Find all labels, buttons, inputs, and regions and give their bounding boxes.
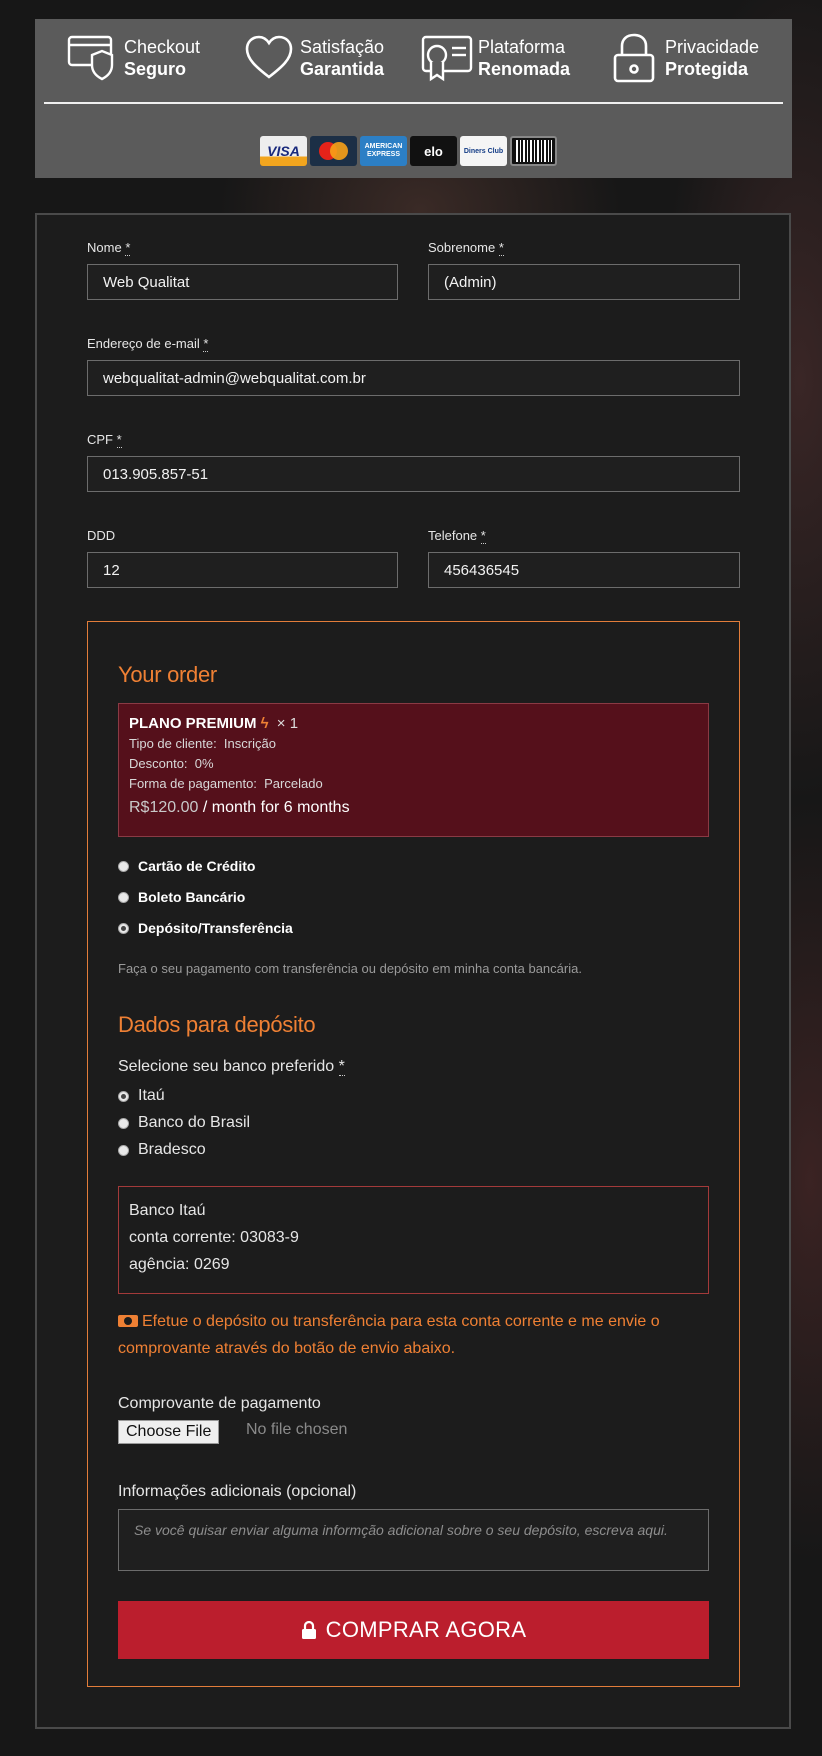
radio-button-selected[interactable] xyxy=(118,922,129,934)
badge-line1: Checkout xyxy=(124,37,201,57)
heart-icon xyxy=(245,35,293,79)
your-order-heading: Your order xyxy=(118,662,217,687)
certificate-icon xyxy=(421,35,473,82)
money-icon xyxy=(118,1315,138,1327)
order-review-box: Your order PLANO PREMIUM ϟ × 1 Tipo de c… xyxy=(87,621,740,1687)
bank-agency: agência: 0269 xyxy=(129,1256,230,1273)
receipt-label: Comprovante de pagamento xyxy=(118,1395,321,1412)
diners-logo: Diners Club xyxy=(460,136,507,166)
badge-privacy: Privacidade Protegida xyxy=(607,27,759,89)
lightning-icon: ϟ xyxy=(260,715,269,732)
padlock-icon xyxy=(613,33,655,83)
badge-line2: Garantida xyxy=(300,59,385,79)
bank-account: conta corrente: 03083-9 xyxy=(129,1229,299,1246)
order-item: PLANO PREMIUM ϟ × 1 Tipo de cliente: Ins… xyxy=(118,703,709,837)
badge-line1: Privacidade xyxy=(665,37,760,57)
credit-card-shield-icon xyxy=(67,35,114,81)
file-status: No file chosen xyxy=(246,1421,348,1438)
boleto-barcode-logo xyxy=(510,136,557,166)
radio-button[interactable] xyxy=(118,1144,129,1156)
badge-line2: Protegida xyxy=(665,59,749,79)
choose-file-button[interactable]: Choose File xyxy=(118,1420,220,1444)
badge-line1: Satisfação xyxy=(300,37,385,57)
phone-label: Telefone * xyxy=(428,528,486,544)
bank-option-banco-do-brasil[interactable]: Banco do Brasil xyxy=(118,1114,250,1132)
bank-option-bradesco[interactable]: Bradesco xyxy=(118,1141,206,1159)
buy-now-button[interactable]: COMPRAR AGORA xyxy=(118,1601,709,1659)
item-meta-client-type: Tipo de cliente: Inscrição xyxy=(129,736,276,751)
bank-option-itau[interactable]: Itaú xyxy=(118,1087,165,1105)
item-name: PLANO PREMIUM xyxy=(129,715,257,732)
email-field[interactable] xyxy=(87,360,740,396)
buy-now-label: COMPRAR AGORA xyxy=(325,1617,527,1642)
ddd-label: DDD xyxy=(87,528,116,543)
mastercard-logo xyxy=(310,136,357,166)
deposit-warning: Efetue o depósito ou transferência para … xyxy=(118,1313,660,1357)
radio-button[interactable] xyxy=(118,891,129,903)
item-quantity: × 1 xyxy=(276,715,299,732)
bank-name: Banco Itaú xyxy=(129,1202,206,1219)
cpf-label: CPF * xyxy=(87,432,122,448)
last-name-field[interactable] xyxy=(428,264,740,300)
first-name-field[interactable] xyxy=(87,264,398,300)
badge-satisfaction: Satisfação Garantida xyxy=(242,27,384,89)
amex-text-2: EXPRESS xyxy=(366,151,401,158)
badge-platform: Plataforma Renomada xyxy=(420,27,570,89)
amex-logo: AMERICAN EXPRESS xyxy=(360,136,407,166)
amex-text-1: AMERICAN xyxy=(364,143,403,150)
badge-line2: Seguro xyxy=(124,59,187,79)
bank-prompt: Selecione seu banco preferido * xyxy=(118,1058,345,1076)
radio-button[interactable] xyxy=(118,1117,129,1129)
radio-button-selected[interactable] xyxy=(118,1090,129,1102)
payment-method-credit-card[interactable]: Cartão de Crédito xyxy=(118,858,255,874)
trust-divider xyxy=(44,102,783,104)
email-label: Endereço de e-mail * xyxy=(87,336,209,352)
item-price: R$120.00 / month for 6 months xyxy=(129,799,350,816)
badge-secure-checkout: Checkout Seguro xyxy=(66,27,200,89)
cpf-field[interactable] xyxy=(87,456,740,492)
deposit-heading: Dados para depósito xyxy=(118,1012,316,1037)
badge-line2: Renomada xyxy=(478,59,571,79)
payment-card-logos: VISA AMERICAN EXPRESS elo Diners Club xyxy=(260,136,557,166)
item-meta-payment-form: Forma de pagamento: Parcelado xyxy=(129,776,323,791)
item-title: PLANO PREMIUM ϟ × 1 xyxy=(129,714,698,734)
payment-method-boleto[interactable]: Boleto Bancário xyxy=(118,889,245,905)
last-name-label: Sobrenome * xyxy=(428,240,504,256)
additional-info-textarea[interactable]: Se você quisar enviar alguma informção a… xyxy=(118,1509,709,1571)
checkout-form-panel: Nome * Sobrenome * Endereço de e-mail * … xyxy=(35,213,791,1729)
additional-info-label: Informações adicionais (opcional) xyxy=(118,1483,357,1500)
payment-description: Faça o seu pagamento com transferência o… xyxy=(118,961,582,976)
payment-method-deposit[interactable]: Depósito/Transferência xyxy=(118,920,293,936)
visa-logo: VISA xyxy=(260,136,307,166)
ddd-field[interactable] xyxy=(87,552,398,588)
phone-field[interactable] xyxy=(428,552,740,588)
badge-line1: Plataforma xyxy=(478,37,566,57)
radio-button[interactable] xyxy=(118,860,129,872)
bank-details-box: Banco Itaú conta corrente: 03083-9 agênc… xyxy=(118,1186,709,1294)
first-name-label: Nome * xyxy=(87,240,131,256)
elo-logo: elo xyxy=(410,136,457,166)
lock-icon xyxy=(301,1621,316,1639)
trust-badges-bar: Checkout Seguro Satisfação Garantida Pla… xyxy=(35,19,792,178)
item-meta-discount: Desconto: 0% xyxy=(129,756,214,771)
